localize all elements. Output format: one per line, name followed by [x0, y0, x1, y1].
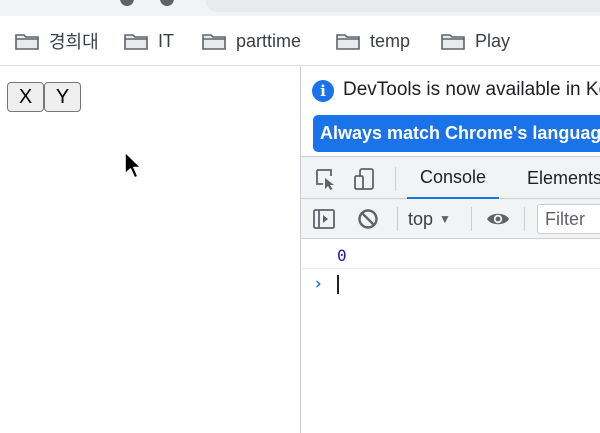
toolbar-separator: [524, 207, 525, 231]
toolbar-icon[interactable]: [160, 0, 174, 6]
language-infobar: i DevTools is now available in Ko Always…: [301, 67, 600, 156]
folder-icon: [336, 34, 360, 50]
info-icon: i: [312, 80, 334, 102]
bookmark-label: temp: [370, 30, 411, 51]
inspect-element-icon[interactable]: [314, 167, 338, 191]
toolbar-separator: [397, 207, 398, 231]
web-page: X Y: [0, 67, 300, 433]
folder-icon: [15, 34, 39, 50]
toolbar-separator: [395, 167, 396, 191]
context-selector[interactable]: top ▼: [408, 207, 451, 231]
clear-console-icon[interactable]: [356, 207, 380, 231]
browser-top-strip: [0, 0, 600, 16]
devtools-tab-bar: Console Elements: [301, 156, 600, 199]
bookmark-folder[interactable]: 경희대: [15, 28, 99, 54]
bookmark-label: IT: [158, 30, 174, 51]
bookmark-label: parttime: [236, 30, 302, 51]
bookmark-label: 경희대: [49, 32, 99, 52]
tab-console[interactable]: Console: [407, 157, 499, 199]
dropdown-arrow-icon: ▼: [439, 212, 451, 226]
context-label: top: [408, 208, 434, 229]
y-button[interactable]: Y: [44, 82, 81, 112]
console-prompt-icon: ›: [313, 274, 324, 294]
bookmark-label: Play: [475, 30, 511, 51]
bookmark-folder[interactable]: Play: [441, 28, 510, 54]
console-output[interactable]: 0 ›: [301, 239, 600, 433]
bookmark-folder[interactable]: IT: [124, 28, 174, 54]
device-toolbar-icon[interactable]: [353, 167, 377, 191]
folder-icon: [202, 34, 226, 50]
bookmarks-bar: 경희대 IT parttime temp Play: [0, 16, 600, 66]
x-button[interactable]: X: [7, 82, 44, 112]
bookmark-folder[interactable]: temp: [336, 28, 410, 54]
console-log-value: 0: [337, 246, 347, 265]
bookmark-folder[interactable]: parttime: [202, 28, 301, 54]
mouse-cursor-icon: [124, 151, 142, 179]
always-match-language-button[interactable]: Always match Chrome's language: [313, 115, 600, 152]
console-log-row: 0: [301, 239, 600, 269]
tab-elements[interactable]: Elements: [527, 157, 600, 199]
sidebar-toggle-icon[interactable]: [312, 207, 336, 231]
console-input-caret[interactable]: [337, 275, 339, 294]
infobar-message: DevTools is now available in Ko: [343, 79, 600, 100]
toolbar-icon[interactable]: [120, 0, 134, 6]
address-bar[interactable]: [205, 0, 600, 12]
console-toolbar: top ▼ Filter: [301, 199, 600, 239]
folder-icon: [124, 34, 148, 50]
devtools-panel: i DevTools is now available in Ko Always…: [301, 67, 600, 433]
eye-icon[interactable]: [486, 207, 510, 231]
filter-input[interactable]: Filter: [537, 204, 600, 234]
folder-icon: [441, 34, 465, 50]
toolbar-separator: [471, 207, 472, 231]
